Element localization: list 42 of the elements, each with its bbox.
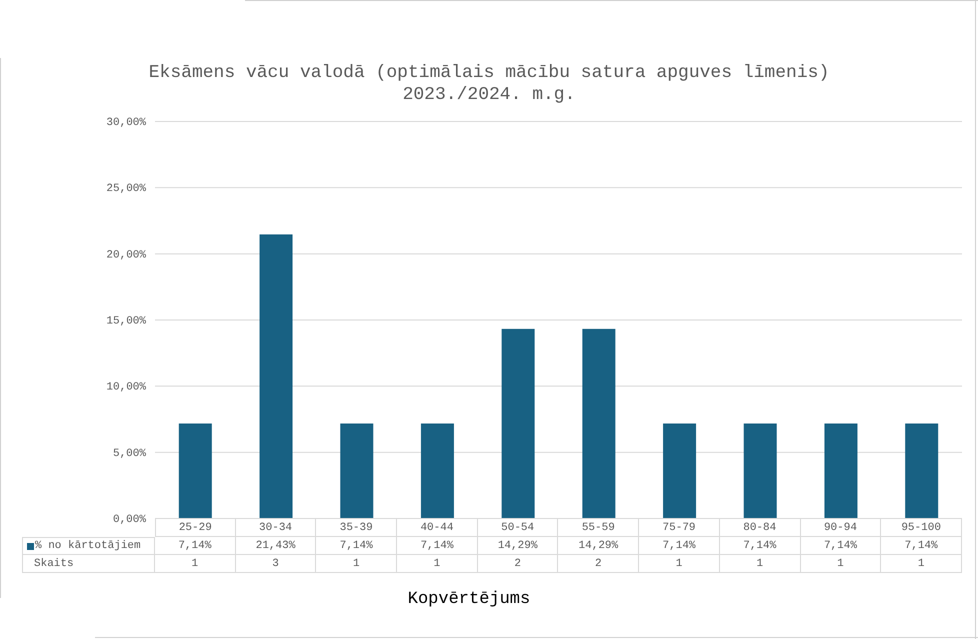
table-cell: 14,29%	[558, 537, 640, 555]
category-label: 25-29	[155, 519, 236, 537]
axis-label: 5,00%	[112, 448, 146, 460]
axis-label: 15,00%	[106, 316, 146, 328]
table-cell: 7,14%	[800, 537, 882, 555]
table-cell: 1	[720, 555, 801, 573]
axis-title: Kopvērtējums	[406, 590, 532, 609]
chart-title: Eksāmens vācu valodā (optimālais mācību satura apguves līmenis)	[148, 62, 830, 84]
axis-label: 10,00%	[106, 382, 146, 394]
table-cell: 2	[478, 555, 558, 573]
category-label: 40-44	[397, 519, 478, 537]
table-cell: 1	[155, 555, 236, 573]
legend-label: % no kārtotājiem	[35, 540, 141, 552]
row-label: Skaits	[33, 558, 74, 570]
chart-subtitle: 2023./2024. m.g.	[402, 84, 576, 106]
axis-label: 0,00%	[112, 514, 146, 526]
category-label: 55-59	[558, 519, 640, 537]
category-label: 35-39	[316, 519, 398, 537]
axis-label: 30,00%	[106, 117, 146, 129]
category-label: 75-79	[639, 519, 720, 537]
table-cell: 1	[639, 555, 720, 573]
table-cell: 21,43%	[236, 537, 316, 555]
category-label: 30-34	[236, 519, 316, 537]
category-label: 50-54	[478, 519, 558, 537]
axis-label: 20,00%	[106, 249, 146, 262]
table-cell: 7,14%	[639, 537, 720, 555]
table-cell: 7,14%	[881, 537, 962, 555]
table-cell: 1	[397, 555, 478, 573]
axis-label: 25,00%	[106, 183, 146, 196]
table-cell: 3	[236, 555, 316, 573]
table-cell: 1	[881, 555, 962, 573]
table-cell: 7,14%	[316, 537, 398, 555]
table-cell: 1	[800, 555, 882, 573]
table-cell: 2	[558, 555, 640, 573]
category-label: 90-94	[800, 519, 882, 537]
table-cell: 14,29%	[478, 537, 558, 555]
table-cell: 7,14%	[720, 537, 801, 555]
table-cell: 7,14%	[155, 537, 236, 555]
table-cell: 1	[316, 555, 398, 573]
category-label: 80-84	[720, 519, 801, 537]
category-label: 95-100	[881, 519, 962, 537]
table-cell: 7,14%	[397, 537, 478, 555]
